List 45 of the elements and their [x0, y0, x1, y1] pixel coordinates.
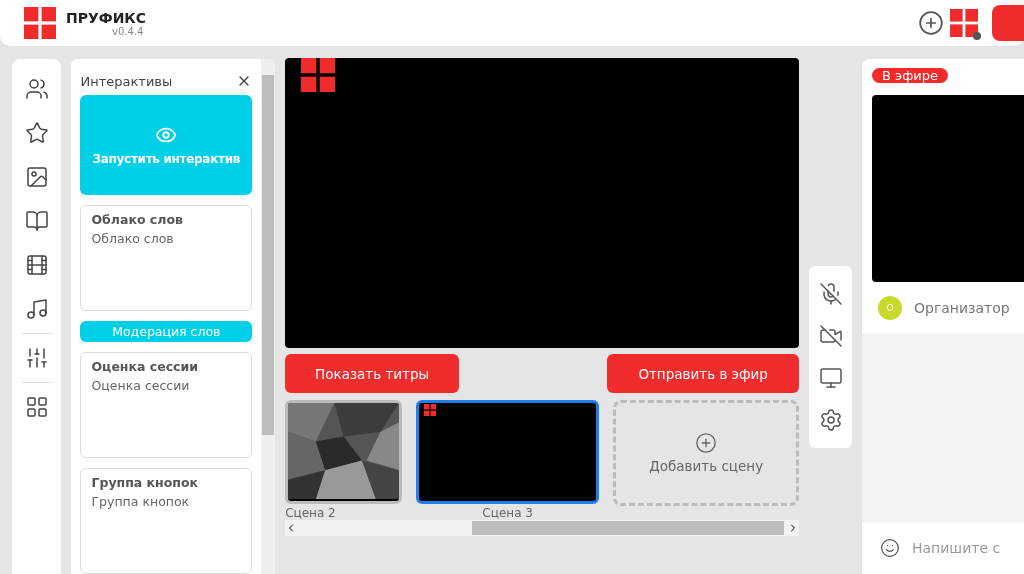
show-titles-button[interactable]: Показать титры: [285, 354, 460, 393]
user-avatar[interactable]: [950, 9, 978, 37]
logo-icon: [24, 7, 56, 39]
interactive-card[interactable]: Оценка сессии Оценка сессии: [80, 352, 253, 458]
monitor-icon[interactable]: [818, 366, 843, 390]
thumbnail-logo-icon: [424, 404, 437, 416]
version: v0.4.4: [112, 25, 145, 37]
brand-name: ПРУФИКС: [66, 9, 147, 26]
card-subtitle: Облако слов: [91, 231, 175, 246]
card-title: Оценка сессии: [91, 359, 199, 374]
scene-thumbnail[interactable]: [416, 400, 600, 504]
mic-off-icon[interactable]: [818, 282, 843, 306]
preview-logo-icon: [301, 58, 336, 92]
image-icon[interactable]: [24, 165, 49, 189]
participant-avatar: О: [878, 296, 902, 320]
card-subtitle: Оценка сессии: [91, 378, 191, 393]
scene-label: Сцена 3: [482, 506, 533, 520]
settings-icon[interactable]: [818, 408, 843, 432]
film-icon[interactable]: [24, 253, 49, 277]
scrollbar[interactable]: [261, 59, 276, 574]
add-scene-button[interactable]: Добавить сцену: [613, 400, 800, 506]
emoji-icon[interactable]: [880, 538, 900, 558]
card-title: Группа кнопок: [91, 475, 200, 490]
avatar-logo-icon: [950, 9, 978, 37]
users-icon[interactable]: [24, 77, 49, 101]
sliders-icon[interactable]: [24, 346, 49, 370]
scene-label: Сцена 2: [285, 506, 336, 520]
add-icon: [695, 432, 718, 454]
card-title: Облако слов: [91, 212, 184, 227]
live-badge: В эфире: [872, 68, 948, 83]
panel-title: Интерактивы: [80, 73, 173, 89]
status-dot: [973, 32, 981, 40]
add-icon[interactable]: [918, 10, 944, 36]
send-live-button[interactable]: Отправить в эфир: [607, 354, 800, 393]
video-off-icon[interactable]: [818, 324, 843, 348]
music-icon[interactable]: [24, 297, 49, 321]
card-subtitle: Группа кнопок: [91, 494, 191, 509]
grid-icon[interactable]: [24, 395, 49, 419]
horizontal-scrollbar[interactable]: [285, 520, 800, 536]
interactive-card[interactable]: Облако слов Облако слов: [80, 205, 253, 311]
participant-name: Организатор: [914, 300, 1010, 316]
star-icon[interactable]: [24, 121, 49, 145]
header-button[interactable]: [992, 5, 1024, 41]
interactive-card[interactable]: Группа кнопок Группа кнопок: [80, 468, 253, 574]
book-icon[interactable]: [24, 209, 49, 233]
